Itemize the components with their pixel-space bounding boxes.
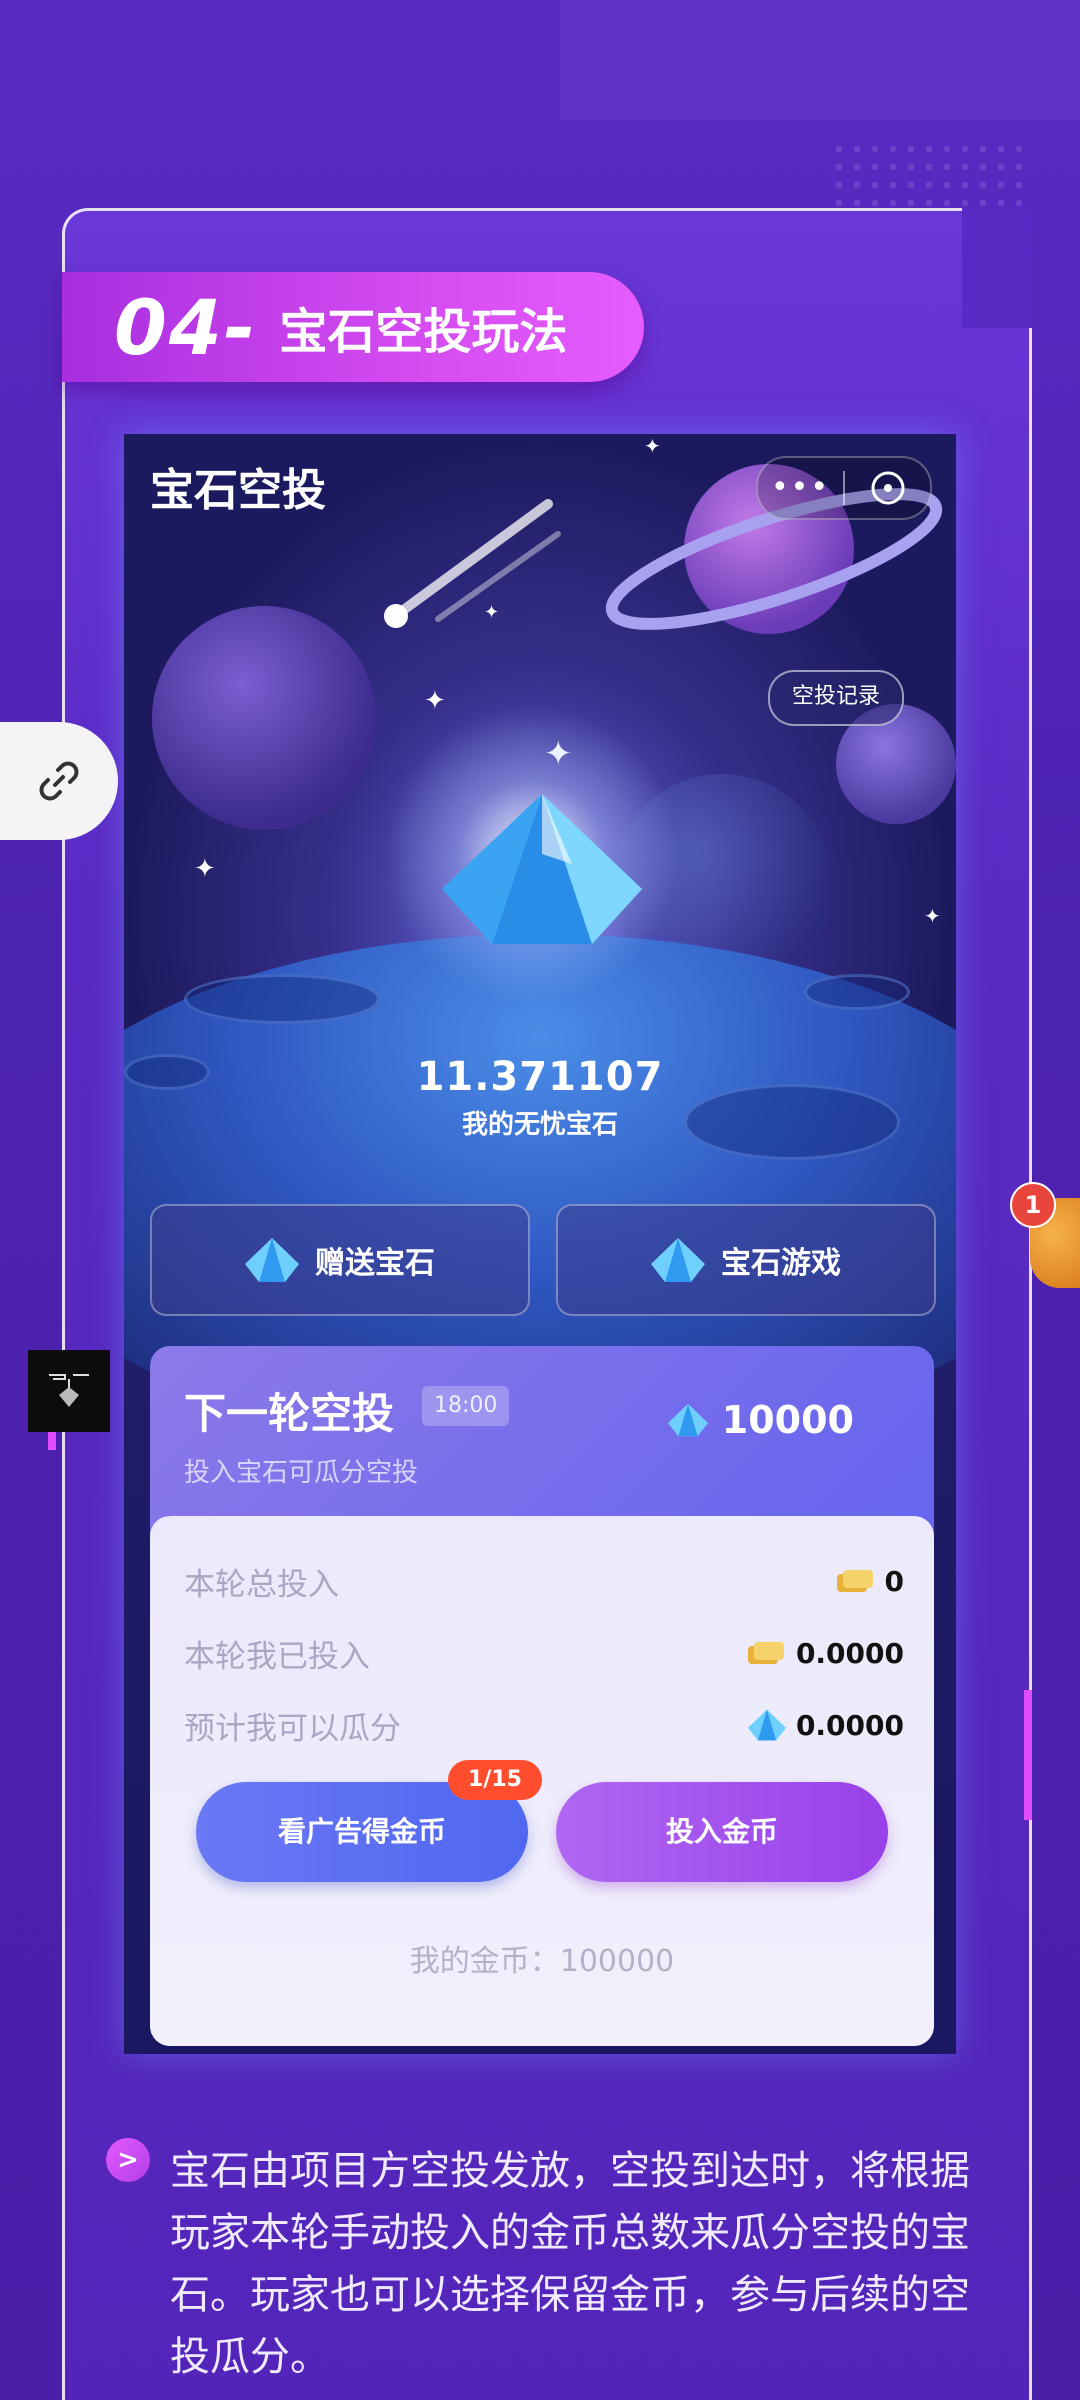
star-icon: ✦ xyxy=(484,602,500,623)
floating-thumbnail[interactable] xyxy=(28,1350,110,1432)
gem-balance-value: 11.371107 xyxy=(416,1054,664,1100)
gem-game-button[interactable]: 宝石游戏 xyxy=(556,1204,936,1316)
app-screenshot: ✦ ✦ ✦ ✦ ✦ ✦ 宝石空投 ••• 空投记录 xyxy=(124,434,956,2054)
link-button[interactable] xyxy=(0,722,118,840)
gem-icon xyxy=(747,1709,786,1741)
stat-row-total-invested: 本轮总投入 0 xyxy=(184,1556,904,1606)
gem-game-label: 宝石游戏 xyxy=(721,1246,841,1281)
logo-icon xyxy=(49,1374,89,1407)
ad-count-badge: 1/15 xyxy=(448,1760,542,1800)
star-icon: ✦ xyxy=(644,434,661,458)
notification-badge: 1 xyxy=(1010,1182,1056,1228)
close-button[interactable] xyxy=(845,470,930,506)
right-edge-marker xyxy=(1024,1690,1032,1820)
round-stats-panel: 本轮总投入 0 本轮我已投入 0.0000 预计我可以瓜分 0.0000 看广告… xyxy=(150,1516,934,2046)
invest-coins-button[interactable]: 投入金币 xyxy=(556,1782,888,1882)
star-icon: ✦ xyxy=(924,904,941,928)
stat-label: 预计我可以瓜分 xyxy=(184,1710,401,1747)
crater xyxy=(804,974,910,1010)
gem-balance: 11.371107 我的无忧宝石 xyxy=(124,1054,956,1141)
bullet-icon: > xyxy=(106,2138,150,2182)
stat-value-text: 0.0000 xyxy=(795,1708,904,1742)
stat-label: 本轮总投入 xyxy=(184,1566,339,1603)
stat-value: 0 xyxy=(835,1565,904,1598)
description-text: 宝石由项目方空投发放，空投到达时，将根据玩家本轮手动投入的金币总数来瓜分空投的宝… xyxy=(170,2148,970,2380)
section-header: 04- 宝石空投玩法 xyxy=(62,272,644,382)
stat-value-text: 0.0000 xyxy=(795,1636,904,1670)
app-title: 宝石空投 xyxy=(150,465,326,516)
section-title: 宝石空投玩法 xyxy=(279,304,568,360)
stat-row-my-invested: 本轮我已投入 0.0000 xyxy=(184,1628,904,1678)
next-round-title: 下一轮空投 xyxy=(184,1389,395,1438)
next-round-subtitle: 投入宝石可瓜分空投 xyxy=(184,1458,419,1488)
gift-gems-button[interactable]: 赠送宝石 xyxy=(150,1204,530,1316)
gem-icon xyxy=(442,794,642,944)
stat-value-text: 0 xyxy=(884,1564,904,1598)
frame-notch xyxy=(962,208,1032,328)
gem-icon xyxy=(667,1403,708,1437)
comet-icon xyxy=(384,499,561,628)
gift-gems-label: 赠送宝石 xyxy=(315,1246,435,1281)
purple-planet-left xyxy=(152,606,376,830)
close-icon xyxy=(871,471,904,505)
gem-balance-label: 我的无忧宝石 xyxy=(461,1110,618,1140)
stat-value: 0.0000 xyxy=(746,1637,904,1670)
stat-row-expected-share: 预计我可以瓜分 0.0000 xyxy=(184,1700,904,1750)
airdrop-pool: 10000 xyxy=(667,1398,854,1442)
star-icon: ✦ xyxy=(424,686,446,716)
section-number: 04- xyxy=(114,282,258,372)
link-icon xyxy=(39,761,79,801)
gold-coin-icon xyxy=(836,1570,873,1592)
stat-value: 0.0000 xyxy=(747,1708,904,1742)
airdrop-record-button[interactable]: 空投记录 xyxy=(768,670,904,726)
round-time-badge: 18:00 xyxy=(422,1386,510,1426)
airdrop-pool-amount: 10000 xyxy=(721,1398,854,1442)
star-icon: ✦ xyxy=(194,854,216,884)
mini-program-capsule: ••• xyxy=(756,456,932,520)
next-round-card: 下一轮空投 18:00 投入宝石可瓜分空投 10000 本轮总投入 0 本轮我已… xyxy=(150,1346,934,2046)
gold-coin-icon xyxy=(747,1642,784,1664)
more-menu-button[interactable]: ••• xyxy=(758,468,843,508)
gem-icon xyxy=(651,1238,705,1282)
crater xyxy=(184,974,380,1024)
my-coins-balance: 我的金币：100000 xyxy=(409,1944,675,1979)
background-block xyxy=(560,0,1080,120)
stat-label: 本轮我已投入 xyxy=(184,1638,370,1675)
gem-icon xyxy=(245,1238,299,1282)
